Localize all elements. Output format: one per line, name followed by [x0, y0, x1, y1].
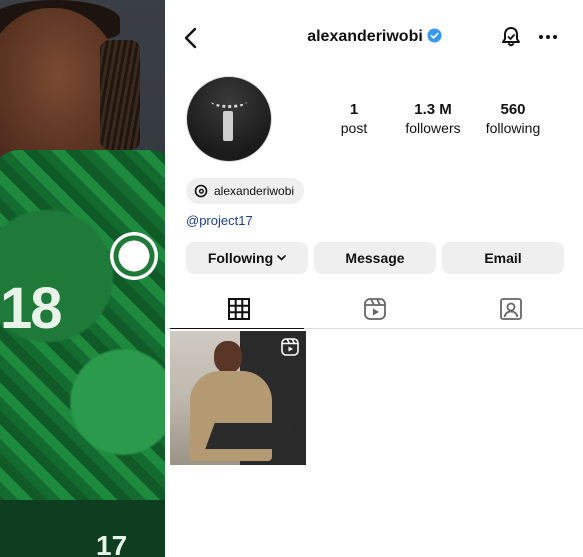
top-bar: alexanderiwobi [166, 20, 583, 56]
following-count[interactable]: 560 following [478, 101, 548, 137]
bell-icon [502, 27, 520, 47]
verified-badge-icon [427, 28, 442, 48]
profile-screen: alexanderiwobi 1 post 1.3 M followers 56… [166, 0, 583, 557]
bio-link[interactable]: @project17 [186, 213, 253, 228]
grid-icon [228, 298, 250, 320]
posts-count-label: post [340, 120, 368, 136]
reels-icon [364, 298, 386, 320]
photo-jersey [0, 150, 165, 557]
jersey-number: 18 [0, 276, 62, 341]
profile-avatar[interactable] [186, 76, 272, 162]
followers-count-value: 1.3 M [414, 101, 452, 118]
avatar-pendant [223, 111, 233, 141]
profile-tabs [166, 288, 583, 329]
photo-dreadlocks [100, 40, 140, 150]
tab-posts-grid[interactable] [226, 296, 252, 322]
thumbnail-book [205, 423, 295, 449]
tab-tagged[interactable] [498, 296, 524, 322]
username: alexanderiwobi [307, 28, 423, 45]
email-button[interactable]: Email [442, 242, 564, 274]
side-photo: 18 17 [0, 0, 165, 557]
active-tab-indicator [170, 328, 304, 329]
reel-badge-icon [280, 337, 300, 357]
posts-count-value: 1 [349, 101, 359, 118]
following-button-label: Following [207, 250, 274, 266]
posts-count: 1 post [326, 101, 382, 137]
followers-count[interactable]: 1.3 M followers [398, 101, 468, 137]
more-options-button[interactable] [534, 24, 562, 50]
thumbnail-person [214, 341, 242, 373]
threads-badge[interactable]: alexanderiwobi [186, 178, 305, 204]
photo-shorts [0, 500, 165, 557]
following-count-value: 560 [500, 101, 526, 118]
notifications-button[interactable] [498, 24, 524, 50]
post-thumbnail[interactable] [170, 331, 306, 465]
followers-count-label: followers [405, 120, 461, 136]
nigeria-crest-icon [110, 232, 158, 280]
following-count-label: following [485, 120, 541, 136]
chevron-down-icon [277, 253, 286, 263]
tagged-icon [500, 298, 522, 320]
tab-reels[interactable] [362, 296, 388, 322]
threads-handle: alexanderiwobi [214, 184, 295, 198]
message-button[interactable]: Message [314, 242, 436, 274]
avatar-chain [211, 95, 247, 108]
following-button[interactable]: Following [186, 242, 308, 274]
shorts-number: 17 [96, 530, 128, 557]
threads-icon [194, 184, 208, 198]
more-horizontal-icon [539, 35, 557, 39]
